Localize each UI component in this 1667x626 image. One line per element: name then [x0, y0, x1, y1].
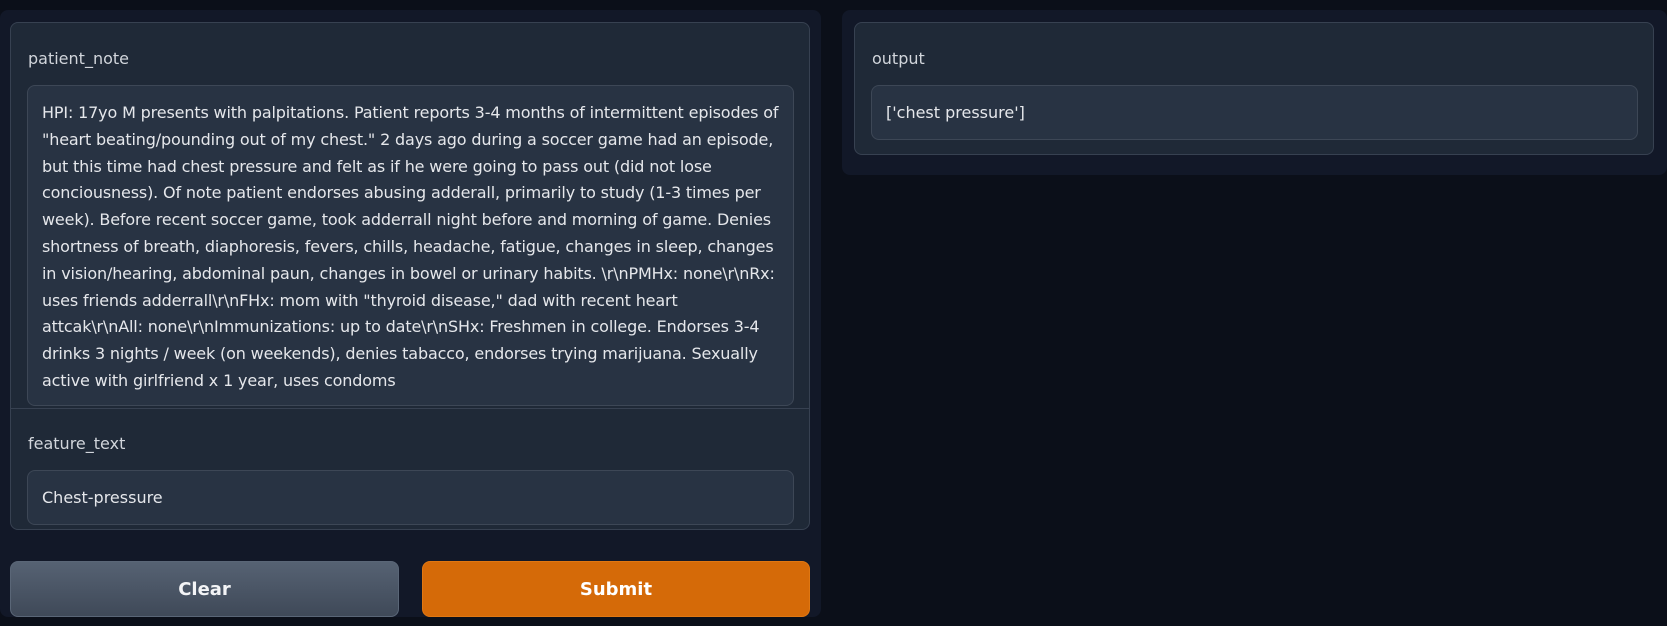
input-panel: patient_note HPI: 17yo M presents with p… — [0, 10, 821, 617]
feature-text-input[interactable]: Chest-pressure — [27, 470, 794, 525]
output-label: output — [872, 49, 925, 68]
input-form-group: patient_note HPI: 17yo M presents with p… — [10, 22, 810, 530]
patient-note-label: patient_note — [28, 49, 129, 68]
patient-note-textarea[interactable]: HPI: 17yo M presents with palpitations. … — [27, 85, 794, 406]
feature-text-label: feature_text — [28, 434, 126, 453]
output-group: output ['chest pressure'] — [854, 22, 1654, 155]
submit-button[interactable]: Submit — [422, 561, 810, 617]
clear-button[interactable]: Clear — [10, 561, 399, 617]
field-divider — [11, 408, 809, 409]
output-panel: output ['chest pressure'] — [842, 10, 1667, 175]
output-textbox[interactable]: ['chest pressure'] — [871, 85, 1638, 140]
